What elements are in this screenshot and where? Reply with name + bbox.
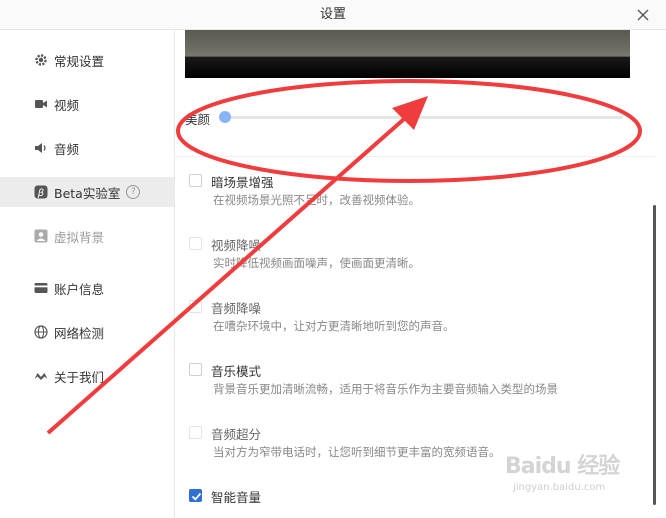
divider [175, 156, 655, 157]
sidebar-item-network-check[interactable]: 网络检测 [0, 317, 174, 347]
sidebar-item-account[interactable]: 账户信息 [0, 273, 174, 303]
option-label: 暗场景增强 [211, 175, 274, 190]
sidebar-item-general[interactable]: 常规设置 [0, 45, 174, 75]
video-denoise-checkbox[interactable] [189, 237, 202, 250]
video-preview [185, 30, 630, 78]
audio-denoise-checkbox[interactable] [189, 300, 202, 313]
sidebar-item-label: Beta实验室 [54, 185, 121, 201]
sidebar-item-label: 视频 [54, 97, 80, 113]
speaker-icon [34, 141, 48, 155]
option-label: 智能音量 [211, 490, 262, 505]
audio-super-resolution-checkbox[interactable] [189, 426, 202, 439]
beta-icon: β [34, 185, 48, 199]
svg-text:β: β [37, 188, 45, 199]
card-icon [34, 281, 48, 295]
option-description: 当对方为窄带电话时，让您听到细节更丰富的宽频语音。 [213, 445, 501, 459]
option-label: 音频降噪 [211, 301, 262, 316]
beauty-slider-track[interactable] [223, 116, 623, 119]
checkmark-icon [191, 492, 202, 501]
close-icon[interactable] [634, 6, 652, 24]
sidebar-item-label: 网络检测 [54, 325, 105, 341]
scrollbar[interactable] [653, 205, 656, 505]
beauty-label: 美颜 [185, 112, 211, 127]
option-description: 在视频场景光照不足时，改善视频体验。 [213, 193, 420, 207]
option-description: 背景音乐更加清晰流畅，适用于将音乐作为主要音频输入类型的场景 [213, 382, 558, 396]
sidebar-item-label: 账户信息 [54, 281, 105, 297]
sidebar-item-label: 关于我们 [54, 369, 105, 385]
sidebar-item-video[interactable]: 视频 [0, 89, 174, 119]
globe-icon [34, 325, 48, 339]
sidebar-item-label: 虚拟背景 [54, 229, 105, 245]
option-label: 视频降噪 [211, 238, 262, 253]
sidebar-item-virtual-background[interactable]: 虚拟背景 [0, 221, 174, 251]
option-label: 音频超分 [211, 427, 262, 442]
smart-volume-checkbox[interactable] [189, 489, 202, 502]
sidebar-item-label: 音频 [54, 141, 80, 157]
gear-icon [34, 53, 48, 67]
settings-panel: 美颜 暗场景增强 在视频场景光照不足时，改善视频体验。 视频降噪 实时降低视频画… [175, 30, 666, 518]
window-title: 设置 [319, 7, 346, 22]
music-mode-checkbox[interactable] [189, 363, 202, 376]
video-camera-icon [34, 97, 48, 111]
sidebar-item-about[interactable]: 关于我们 [0, 361, 174, 391]
option-label: 音乐模式 [211, 364, 262, 379]
help-icon[interactable]: ? [126, 185, 141, 199]
logo-icon [34, 369, 48, 383]
sidebar-item-beta-lab[interactable]: β Beta实验室 ? [0, 177, 174, 207]
sidebar-item-audio[interactable]: 音频 [0, 133, 174, 163]
sidebar-item-label: 常规设置 [54, 53, 105, 69]
person-portrait-icon [34, 229, 48, 243]
option-description: 实时降低视频画面噪声，使画面更清晰。 [213, 256, 420, 270]
option-description: 在嘈杂环境中，让对方更清晰地听到您的声音。 [213, 319, 455, 333]
sidebar: 常规设置 视频 音频 β Beta实验室 ? 虚拟背景 账户信息 网络检测 关于… [0, 30, 175, 518]
title-bar: 设置 [0, 0, 666, 30]
low-light-enhance-checkbox[interactable] [189, 174, 202, 187]
beauty-slider-row: 美颜 [185, 105, 623, 129]
beauty-slider-thumb[interactable] [219, 111, 231, 123]
